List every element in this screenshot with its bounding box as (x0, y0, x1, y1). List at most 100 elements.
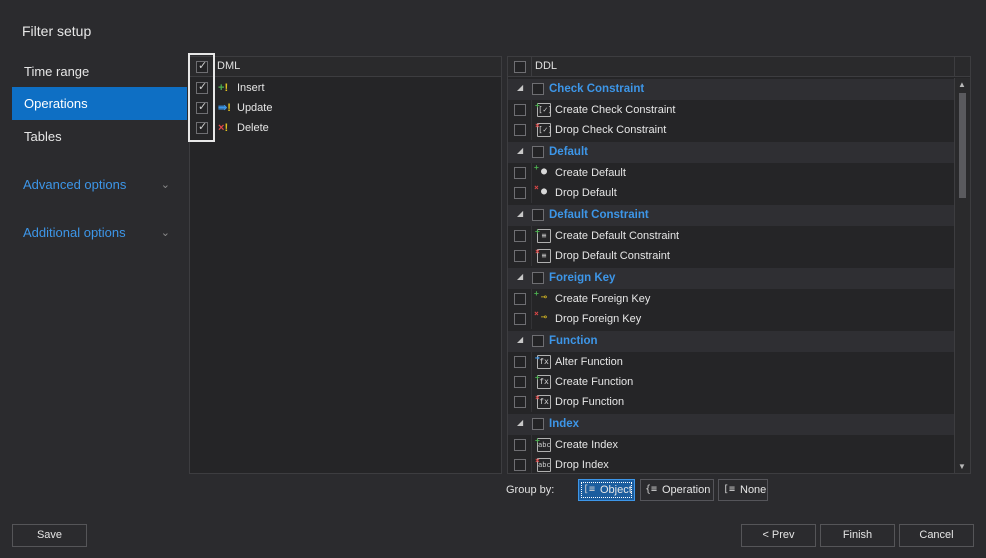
list-item[interactable]: ⊸ + Create Foreign Key (508, 289, 954, 309)
item-checkbox[interactable] (514, 293, 526, 305)
item-label: Create Default (555, 167, 626, 179)
collapse-triangle-icon[interactable]: ◢ (517, 83, 523, 92)
item-checkbox[interactable] (514, 230, 526, 242)
collapse-triangle-icon[interactable]: ◢ (517, 335, 523, 344)
scroll-up-icon[interactable]: ▲ (958, 80, 966, 89)
item-checkbox[interactable] (514, 250, 526, 262)
ddl-header-sep (531, 57, 532, 77)
group-label: Index (549, 418, 580, 430)
item-checkbox[interactable] (514, 124, 526, 136)
collapse-triangle-icon[interactable]: ◢ (517, 418, 523, 427)
item-label: Alter Function (555, 356, 623, 368)
list-item[interactable]: ⊸ × Drop Foreign Key (508, 309, 954, 329)
group-row-foreign-key[interactable]: ◢ Foreign Key (508, 268, 954, 289)
item-label: Create Index (555, 439, 618, 451)
dml-header: DML (190, 57, 501, 77)
advanced-options-label: Advanced options (23, 177, 127, 192)
group-checkbox[interactable] (532, 418, 544, 430)
dml-delete-label: Delete (237, 122, 269, 134)
group-by-object-button[interactable]: [≡ Object (578, 479, 635, 501)
group-row-function[interactable]: ◢ Function (508, 331, 954, 352)
function-icon: fx + (535, 373, 551, 389)
nav-item-tables[interactable]: Tables (12, 120, 187, 153)
dml-row-insert[interactable]: +! Insert (190, 78, 501, 98)
save-button[interactable]: Save (12, 524, 87, 547)
group-checkbox[interactable] (532, 146, 544, 158)
group-checkbox[interactable] (532, 209, 544, 221)
group-checkbox[interactable] (532, 272, 544, 284)
item-checkbox[interactable] (514, 439, 526, 451)
default-constraint-icon: ≡ × (535, 247, 551, 263)
dml-row-delete[interactable]: ×! Delete (190, 118, 501, 138)
list-item[interactable]: [✓] + Create Check Constraint (508, 100, 954, 120)
item-checkbox[interactable] (514, 376, 526, 388)
list-item[interactable]: ● × Drop Default (508, 183, 954, 203)
ddl-select-all-checkbox[interactable] (514, 61, 526, 73)
dml-update-label: Update (237, 102, 273, 114)
prev-button[interactable]: < Prev (741, 524, 816, 547)
additional-options-label: Additional options (23, 225, 126, 240)
item-checkbox[interactable] (514, 187, 526, 199)
item-checkbox[interactable] (514, 459, 526, 471)
group-row-index[interactable]: ◢ Index (508, 414, 954, 435)
dml-delete-checkbox[interactable] (196, 120, 208, 134)
list-item[interactable]: abc × Drop Index (508, 455, 954, 473)
ddl-header-sep-right (954, 57, 955, 77)
list-item[interactable]: fx + Create Function (508, 372, 954, 392)
list-item[interactable]: abc + Create Index (508, 435, 954, 455)
column-separator (531, 120, 532, 140)
item-label: Create Function (555, 376, 634, 388)
list-item[interactable]: ● + Create Default (508, 163, 954, 183)
collapse-triangle-icon[interactable]: ◢ (517, 209, 523, 218)
list-item[interactable]: ≡ × Drop Default Constraint (508, 246, 954, 266)
group-by-none-label: None (740, 484, 767, 496)
item-checkbox[interactable] (514, 396, 526, 408)
nav-item-time-range[interactable]: Time range (12, 55, 187, 88)
collapse-triangle-icon[interactable]: ◢ (517, 146, 523, 155)
dml-update-checkbox[interactable] (196, 100, 208, 114)
group-by-operation-label: Operation (662, 484, 711, 496)
group-checkbox[interactable] (532, 83, 544, 95)
index-icon: abc × (535, 456, 551, 472)
ddl-scrollbar[interactable]: ▲ ▼ (954, 78, 970, 473)
group-by-object-icon: [≡ (583, 484, 596, 495)
ddl-list: ◢ Check Constraint [✓] + Create Check Con… (508, 78, 954, 473)
item-checkbox[interactable] (514, 313, 526, 325)
item-checkbox[interactable] (514, 356, 526, 368)
item-checkbox[interactable] (514, 104, 526, 116)
chevron-down-icon: ⌄ (160, 227, 170, 239)
group-row-check-constraint[interactable]: ◢ Check Constraint (508, 79, 954, 100)
column-separator (531, 100, 532, 120)
group-by-operation-button[interactable]: {≡ Operation (640, 479, 714, 501)
function-icon: fx × (535, 393, 551, 409)
list-item[interactable]: ≡ + Create Default Constraint (508, 226, 954, 246)
scrollbar-thumb[interactable] (959, 93, 966, 198)
collapse-triangle-icon[interactable]: ◢ (517, 272, 523, 281)
group-by-object-label: Object (600, 484, 632, 496)
item-checkbox[interactable] (514, 167, 526, 179)
cancel-button[interactable]: Cancel (899, 524, 974, 547)
nav-item-operations[interactable]: Operations (12, 87, 187, 120)
column-separator (531, 309, 532, 329)
finish-button[interactable]: Finish (820, 524, 895, 547)
nav-advanced-options[interactable]: Advanced options ⌄ (12, 173, 187, 197)
delete-icon: ×! (218, 122, 229, 134)
foreign-key-icon: ⊸ + (534, 289, 548, 303)
list-item[interactable]: fx × Drop Function (508, 392, 954, 412)
group-checkbox[interactable] (532, 335, 544, 347)
group-label: Default Constraint (549, 209, 649, 221)
scroll-down-icon[interactable]: ▼ (958, 462, 966, 471)
dml-select-all-checkbox[interactable] (196, 59, 208, 73)
group-row-default[interactable]: ◢ Default (508, 142, 954, 163)
list-item[interactable]: fx ⇛ Alter Function (508, 352, 954, 372)
dml-insert-checkbox[interactable] (196, 80, 208, 94)
list-item[interactable]: [✓] × Drop Check Constraint (508, 120, 954, 140)
nav-additional-options[interactable]: Additional options ⌄ (12, 221, 187, 245)
item-label: Create Default Constraint (555, 230, 680, 242)
insert-icon: +! (218, 82, 229, 94)
group-label: Check Constraint (549, 83, 645, 95)
group-row-default-constraint[interactable]: ◢ Default Constraint (508, 205, 954, 226)
group-by-none-button[interactable]: [≡ None (718, 479, 768, 501)
dml-row-update[interactable]: ⇛! Update (190, 98, 501, 118)
foreign-key-icon: ⊸ × (534, 309, 548, 323)
